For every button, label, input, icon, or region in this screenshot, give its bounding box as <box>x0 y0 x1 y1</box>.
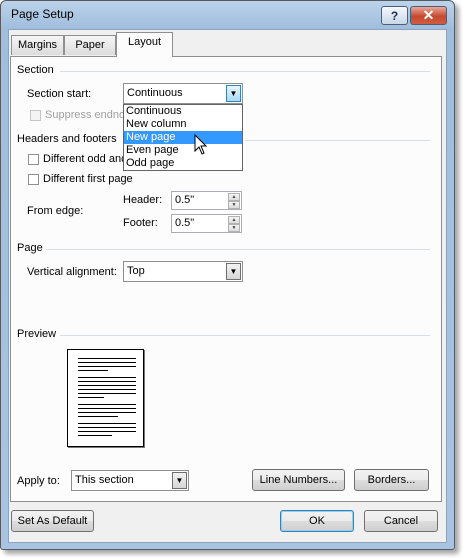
chevron-down-icon[interactable]: ▼ <box>226 263 241 280</box>
from-edge-label: From edge: <box>27 205 84 217</box>
header-label: Header: <box>123 194 163 206</box>
line-numbers-button[interactable]: Line Numbers... <box>252 469 345 491</box>
preview-text-line <box>78 416 118 417</box>
section-start-value: Continuous <box>127 87 183 99</box>
preview-text-line <box>78 408 136 409</box>
option-even-page[interactable]: Even page <box>124 144 242 157</box>
headers-footers-divider <box>245 140 430 141</box>
apply-to-label: Apply to: <box>17 475 60 487</box>
different-first-page-checkbox[interactable] <box>28 174 39 185</box>
preview-text-line <box>78 377 136 378</box>
vertical-alignment-label: Vertical alignment: <box>27 266 117 278</box>
spin-down-icon[interactable]: ▼ <box>228 201 240 209</box>
spin-up-icon[interactable]: ▲ <box>228 193 240 201</box>
preview-text-line <box>78 385 136 386</box>
option-new-column[interactable]: New column <box>124 118 242 131</box>
preview-text-line <box>78 358 136 359</box>
preview-text-line <box>78 381 136 382</box>
footer-distance-spinner[interactable]: 0.5" ▲ ▼ <box>171 214 242 233</box>
chevron-down-icon[interactable]: ▼ <box>226 85 241 102</box>
spin-down-icon[interactable]: ▼ <box>228 224 240 232</box>
preview-text-line <box>78 427 136 428</box>
preview-text-line <box>78 435 112 436</box>
headers-footers-group-label: Headers and footers <box>17 133 117 145</box>
preview-text-line <box>78 431 136 432</box>
section-start-label: Section start: <box>27 88 92 100</box>
cancel-button[interactable]: Cancel <box>364 510 438 532</box>
preview-group-label: Preview <box>17 328 57 340</box>
footer-label: Footer: <box>123 217 158 229</box>
suppress-endnotes-label: Suppress endnot <box>45 109 129 121</box>
different-first-page-label: Different first page <box>43 173 133 185</box>
suppress-endnotes-checkbox[interactable] <box>30 110 41 121</box>
option-new-page[interactable]: New page <box>124 131 242 144</box>
preview-text-line <box>78 370 108 371</box>
ok-button[interactable]: OK <box>280 510 354 532</box>
preview-text-line <box>78 362 136 363</box>
preview-page-thumbnail <box>67 349 144 447</box>
preview-text-line <box>78 366 136 367</box>
page-group-label: Page <box>17 242 43 254</box>
section-start-select[interactable]: Continuous ▼ <box>123 83 243 104</box>
preview-text-line <box>78 423 136 424</box>
preview-text-line <box>78 393 136 394</box>
preview-text-line <box>78 404 136 405</box>
vertical-alignment-value: Top <box>127 265 145 277</box>
footer-distance-value: 0.5" <box>175 217 195 229</box>
spin-up-icon[interactable]: ▲ <box>228 216 240 224</box>
option-odd-page[interactable]: Odd page <box>124 157 242 170</box>
preview-text-line <box>78 389 136 390</box>
section-divider <box>60 71 430 72</box>
section-group-label: Section <box>17 64 54 76</box>
preview-text-line <box>78 412 136 413</box>
page-divider <box>46 249 430 250</box>
different-odd-even-label: Different odd and <box>43 153 128 165</box>
borders-button[interactable]: Borders... <box>354 469 429 491</box>
preview-divider <box>60 335 430 336</box>
set-as-default-button[interactable]: Set As Default <box>11 510 94 532</box>
header-distance-value: 0.5" <box>175 194 195 206</box>
apply-to-select[interactable]: This section ▼ <box>71 470 189 491</box>
apply-to-value: This section <box>75 474 134 486</box>
option-continuous[interactable]: Continuous <box>124 105 242 118</box>
header-distance-spinner[interactable]: 0.5" ▲ ▼ <box>171 191 242 210</box>
chevron-down-icon[interactable]: ▼ <box>172 472 187 489</box>
different-odd-even-checkbox[interactable] <box>28 154 39 165</box>
section-start-dropdown-list[interactable]: Continuous New column New page Even page… <box>123 104 243 171</box>
preview-text-line <box>78 397 104 398</box>
mouse-pointer-icon <box>194 134 208 155</box>
vertical-alignment-select[interactable]: Top ▼ <box>123 261 243 282</box>
